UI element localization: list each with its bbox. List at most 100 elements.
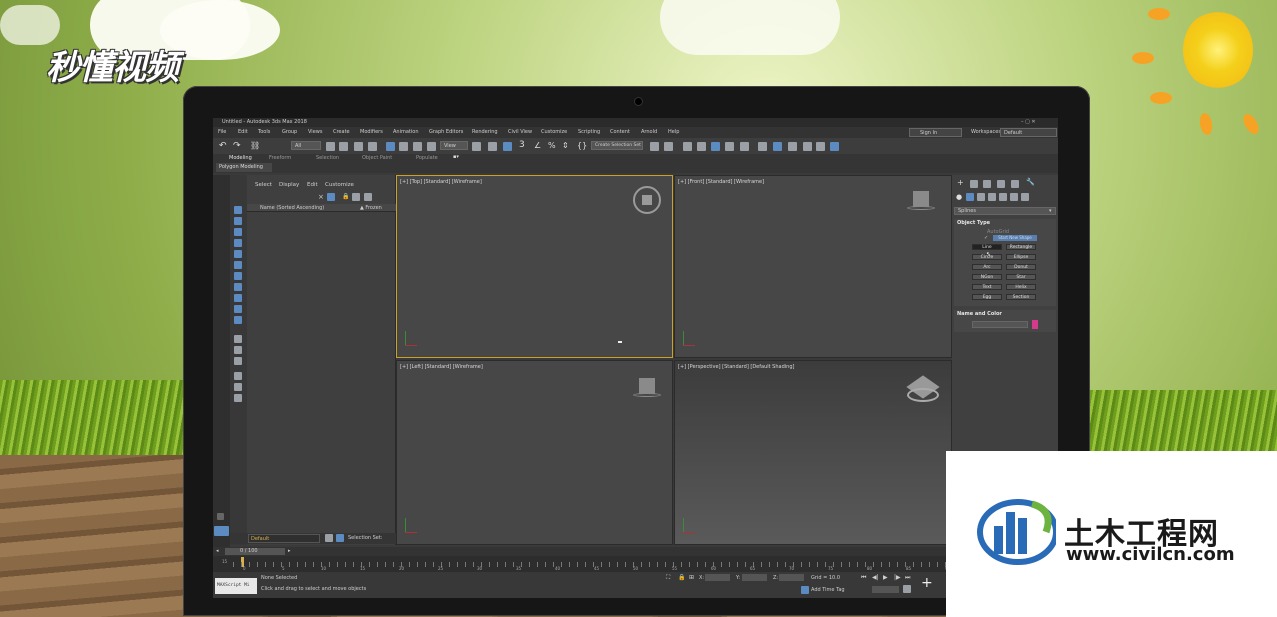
menu-edit[interactable]: Edit xyxy=(238,130,248,135)
link-icon[interactable]: ⛓ xyxy=(250,142,260,150)
tab-selection[interactable]: Selection xyxy=(316,156,339,161)
menu-create[interactable]: Create xyxy=(333,130,350,135)
move-icon[interactable] xyxy=(386,142,395,151)
percent-snap-icon[interactable]: % xyxy=(548,142,556,150)
viewport-top[interactable]: [+] [Top] [Standard] [Wireframe] xyxy=(396,175,673,358)
render-production-icon[interactable] xyxy=(803,142,812,151)
explorer-options-icon[interactable] xyxy=(234,394,242,402)
display-none-icon[interactable] xyxy=(234,346,242,354)
go-to-end-icon[interactable]: ⏭ xyxy=(905,575,910,581)
time-prev-icon[interactable]: ◂ xyxy=(216,549,219,554)
add-icon[interactable]: + xyxy=(921,576,933,590)
track-icon[interactable]: 15 xyxy=(222,560,227,564)
display-helpers-icon[interactable] xyxy=(234,250,242,258)
display-cameras-icon[interactable] xyxy=(234,239,242,247)
ribbon-options-icon[interactable]: ▪▾ xyxy=(453,155,459,160)
select-by-name-icon[interactable] xyxy=(339,142,348,151)
line-button[interactable]: Line xyxy=(972,244,1002,250)
lock-selection-icon[interactable]: 🔒 xyxy=(678,575,685,581)
menu-modifiers[interactable]: Modifiers xyxy=(360,130,383,135)
arc-button[interactable]: Arc xyxy=(972,264,1002,270)
rendered-frame-window-icon[interactable] xyxy=(788,142,797,151)
y-coordinate-field[interactable] xyxy=(742,574,767,581)
helpers-icon[interactable] xyxy=(999,193,1007,201)
menu-group[interactable]: Group xyxy=(282,130,297,135)
utilities-tab-icon[interactable]: 🔧 xyxy=(1026,179,1035,186)
menu-file[interactable]: File xyxy=(218,130,226,135)
menu-animation[interactable]: Animation xyxy=(393,130,419,135)
display-xrefs-icon[interactable] xyxy=(234,283,242,291)
menu-customize[interactable]: Customize xyxy=(541,130,567,135)
donut-button[interactable]: Donut xyxy=(1006,264,1036,270)
place-icon[interactable] xyxy=(427,142,436,151)
menu-content[interactable]: Content xyxy=(610,130,630,135)
select-manipulate-icon[interactable] xyxy=(488,142,497,151)
mirror-icon[interactable] xyxy=(650,142,659,151)
viewport-front[interactable]: [+] [Front] [Standard] [Wireframe] xyxy=(674,175,952,358)
ngon-button[interactable]: NGon xyxy=(972,274,1002,280)
star-button[interactable]: Star xyxy=(1006,274,1036,280)
object-name-field[interactable] xyxy=(972,321,1028,328)
selection-set-icon[interactable] xyxy=(336,534,344,542)
time-tag-icon[interactable] xyxy=(801,586,809,594)
viewcube-icon[interactable] xyxy=(633,186,661,214)
curve-editor-icon[interactable] xyxy=(725,142,734,151)
menu-graph-editors[interactable]: Graph Editors xyxy=(429,130,463,135)
menu-help[interactable]: Help xyxy=(668,130,679,135)
display-spacewarps-icon[interactable] xyxy=(234,261,242,269)
snaps-toggle-icon[interactable]: 3 xyxy=(519,141,525,150)
sort-icon[interactable] xyxy=(364,193,372,201)
spinner-snap-icon[interactable]: ⇕ xyxy=(562,142,569,150)
column-name[interactable]: Name (Sorted Ascending) xyxy=(260,206,324,211)
maxscript-listener[interactable]: MAXScript Mi xyxy=(215,578,257,594)
pivot-center-icon[interactable] xyxy=(472,142,481,151)
rectangular-selection-icon[interactable] xyxy=(354,142,363,151)
redo-icon[interactable]: ↷ xyxy=(233,142,241,151)
viewport-left[interactable]: [+] [Left] [Standard] [Wireframe] xyxy=(396,360,673,545)
ellipse-button[interactable]: Ellipse xyxy=(1006,254,1036,260)
go-to-start-icon[interactable]: ⏮ xyxy=(861,575,866,581)
explorer-tab-display[interactable]: Display xyxy=(279,182,299,189)
start-new-shape-checkbox-mark[interactable]: ✓ xyxy=(984,236,988,241)
helix-button[interactable]: Helix xyxy=(1006,284,1036,290)
explorer-tab-select[interactable]: Select xyxy=(255,182,272,189)
tab-modeling[interactable]: Modeling xyxy=(229,156,252,161)
time-slider-thumb[interactable]: 0 / 100 xyxy=(225,548,285,555)
reference-coord-dropdown[interactable]: View xyxy=(440,141,468,150)
time-next-icon[interactable]: ▸ xyxy=(288,549,291,554)
z-coordinate-field[interactable] xyxy=(779,574,804,581)
x-coordinate-field[interactable] xyxy=(705,574,730,581)
display-containers-icon[interactable] xyxy=(234,305,242,313)
viewport-perspective[interactable]: [+] [Perspective] [Standard] [Default Sh… xyxy=(674,360,952,545)
menu-rendering[interactable]: Rendering xyxy=(472,130,498,135)
explorer-tab-customize[interactable]: Customize xyxy=(325,182,354,189)
expand-layout-icon[interactable] xyxy=(217,513,224,520)
scale-icon[interactable] xyxy=(413,142,422,151)
display-groups-icon[interactable] xyxy=(234,272,242,280)
tab-freeform[interactable]: Freeform xyxy=(269,156,291,161)
filter-icon[interactable] xyxy=(234,372,242,380)
hierarchy-tab-icon[interactable] xyxy=(983,180,991,188)
systems-icon[interactable] xyxy=(1021,193,1029,201)
layout-preset-icon[interactable] xyxy=(214,526,229,536)
rectangle-button[interactable]: Rectangle xyxy=(1006,244,1036,250)
viewcube-icon[interactable] xyxy=(639,378,655,394)
window-controls[interactable]: – ▢ ✕ xyxy=(1021,120,1036,125)
menu-scripting[interactable]: Scripting xyxy=(578,130,600,135)
track-bar[interactable]: 15 0 5 10 15 20 25 30 35 40 45 50 55 60 … xyxy=(213,556,1058,572)
motion-tab-icon[interactable] xyxy=(997,180,1005,188)
display-geometry-icon[interactable] xyxy=(234,206,242,214)
render-cloud-icon[interactable] xyxy=(816,142,825,151)
menu-views[interactable]: Views xyxy=(308,130,322,135)
geometry-icon[interactable]: ● xyxy=(956,194,962,201)
explorer-tab-edit[interactable]: Edit xyxy=(307,182,318,189)
menu-tools[interactable]: Tools xyxy=(258,130,270,135)
previous-frame-icon[interactable]: ◀| xyxy=(872,575,879,581)
display-lights-icon[interactable] xyxy=(234,228,242,236)
filter-active-icon[interactable] xyxy=(327,193,335,201)
sign-in-dropdown[interactable]: Sign In xyxy=(909,128,962,137)
layer-explorer-icon[interactable] xyxy=(697,142,706,151)
keyboard-shortcut-icon[interactable] xyxy=(503,142,512,151)
next-frame-icon[interactable]: |▶ xyxy=(894,575,901,581)
category-dropdown[interactable]: Splines ▾ xyxy=(954,207,1056,215)
